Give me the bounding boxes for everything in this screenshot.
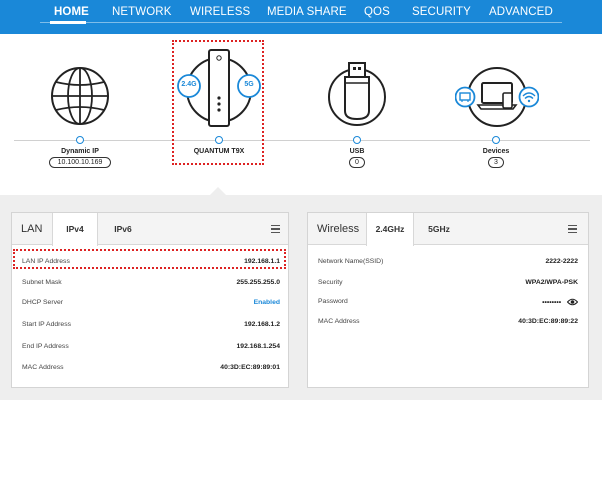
nav-item-qos[interactable]: QOS — [364, 6, 390, 18]
devices-icon — [455, 67, 539, 127]
lan-row-key: End IP Address — [22, 343, 69, 350]
wireless-tab-bar: Wireless 2.4GHz 5GHz — [308, 213, 588, 246]
usb-count-pill: 0 — [349, 157, 365, 168]
password-mask: •••••••• — [542, 298, 562, 306]
lan-row-key: Subnet Mask — [22, 279, 62, 286]
lan-panel: LAN IPv4 IPv6 LAN IP Address 192.168.1.1… — [11, 212, 289, 388]
lan-menu-icon[interactable] — [271, 225, 280, 234]
wireless-row-key: Network Name(SSID) — [318, 258, 384, 265]
lan-row-value: 40:3D:EC:89:89:01 — [220, 364, 280, 371]
wireless-row-key: MAC Address — [318, 318, 360, 325]
wireless-row: Password •••••••• — [318, 298, 578, 310]
devices-node-label: Devices — [482, 148, 510, 155]
lan-row-value: 192.168.1.254 — [236, 343, 280, 350]
nav-item-security[interactable]: SECURITY — [412, 6, 471, 18]
lan-row-value: 255.255.255.0 — [236, 279, 280, 286]
network-topology: Dynamic IP 10.100.10.169 2.4G 5G QUANTUM… — [0, 34, 602, 195]
internet-node-dot — [76, 136, 84, 144]
wireless-row: Security WPA2/WPA-PSK — [318, 279, 578, 291]
tab-5ghz[interactable]: 5GHz — [416, 213, 462, 245]
wireless-row-key: Password — [318, 298, 348, 305]
usb-node-label: USB — [349, 148, 365, 155]
lan-row: DHCP Server Enabled — [22, 299, 280, 311]
usb-node-dot — [353, 136, 361, 144]
wireless-menu-icon[interactable] — [568, 225, 577, 234]
devices-node-dot — [492, 136, 500, 144]
lan-row: Subnet Mask 255.255.255.0 — [22, 279, 280, 291]
wireless-row-value: 40:3D:EC:89:89:22 — [518, 318, 578, 325]
wireless-panel-title: Wireless — [317, 223, 360, 235]
eye-icon[interactable] — [567, 298, 578, 306]
router-panel-pointer — [210, 187, 226, 195]
status-panels-area: LAN IPv4 IPv6 LAN IP Address 192.168.1.1… — [0, 195, 602, 400]
wireless-panel: Wireless 2.4GHz 5GHz Network Name(SSID) … — [307, 212, 589, 388]
wireless-row-value: WPA2/WPA-PSK — [525, 279, 578, 286]
wireless-row: Network Name(SSID) 2222-2222 — [318, 258, 578, 270]
topology-connection-line — [14, 140, 590, 141]
lan-row-value: 192.168.1.2 — [244, 321, 280, 328]
lan-panel-title: LAN — [21, 223, 43, 235]
lan-row-key: Start IP Address — [22, 321, 71, 328]
nav-item-wireless[interactable]: WIRELESS — [190, 6, 250, 18]
usb-drive-icon — [328, 62, 386, 126]
lan-row: MAC Address 40:3D:EC:89:89:01 — [22, 364, 280, 376]
password-value: •••••••• — [542, 298, 578, 306]
nav-item-advanced[interactable]: ADVANCED — [489, 6, 553, 18]
globe-icon — [51, 67, 109, 125]
lan-row-key: DHCP Server — [22, 299, 64, 306]
internet-node-label: Dynamic IP — [61, 148, 99, 155]
tab-ipv6[interactable]: IPv6 — [100, 213, 146, 245]
nav-divider-line — [40, 22, 562, 23]
router-selection-highlight — [172, 40, 264, 165]
nav-item-media-share[interactable]: MEDIA SHARE — [267, 6, 347, 18]
tab-2-4ghz[interactable]: 2.4GHz — [366, 213, 414, 246]
internet-ip-pill: 10.100.10.169 — [49, 157, 111, 168]
devices-count-pill: 3 — [488, 157, 504, 168]
wireless-row: MAC Address 40:3D:EC:89:89:22 — [318, 318, 578, 330]
dhcp-status-link[interactable]: Enabled — [254, 299, 280, 306]
nav-item-network[interactable]: NETWORK — [112, 6, 171, 18]
lan-tab-bar: LAN IPv4 IPv6 — [12, 213, 288, 246]
nav-item-home[interactable]: HOME — [54, 6, 89, 18]
lan-row: End IP Address 192.168.1.254 — [22, 343, 280, 355]
top-navigation-bar: HOME NETWORK WIRELESS MEDIA SHARE QOS SE… — [0, 0, 602, 34]
lan-row-key: MAC Address — [22, 364, 64, 371]
tab-ipv4[interactable]: IPv4 — [52, 213, 98, 246]
lan-row: Start IP Address 192.168.1.2 — [22, 321, 280, 333]
wireless-row-value: 2222-2222 — [545, 258, 578, 265]
lan-ip-selection-highlight — [13, 249, 286, 269]
nav-active-underline — [50, 21, 86, 24]
wireless-row-key: Security — [318, 279, 343, 286]
